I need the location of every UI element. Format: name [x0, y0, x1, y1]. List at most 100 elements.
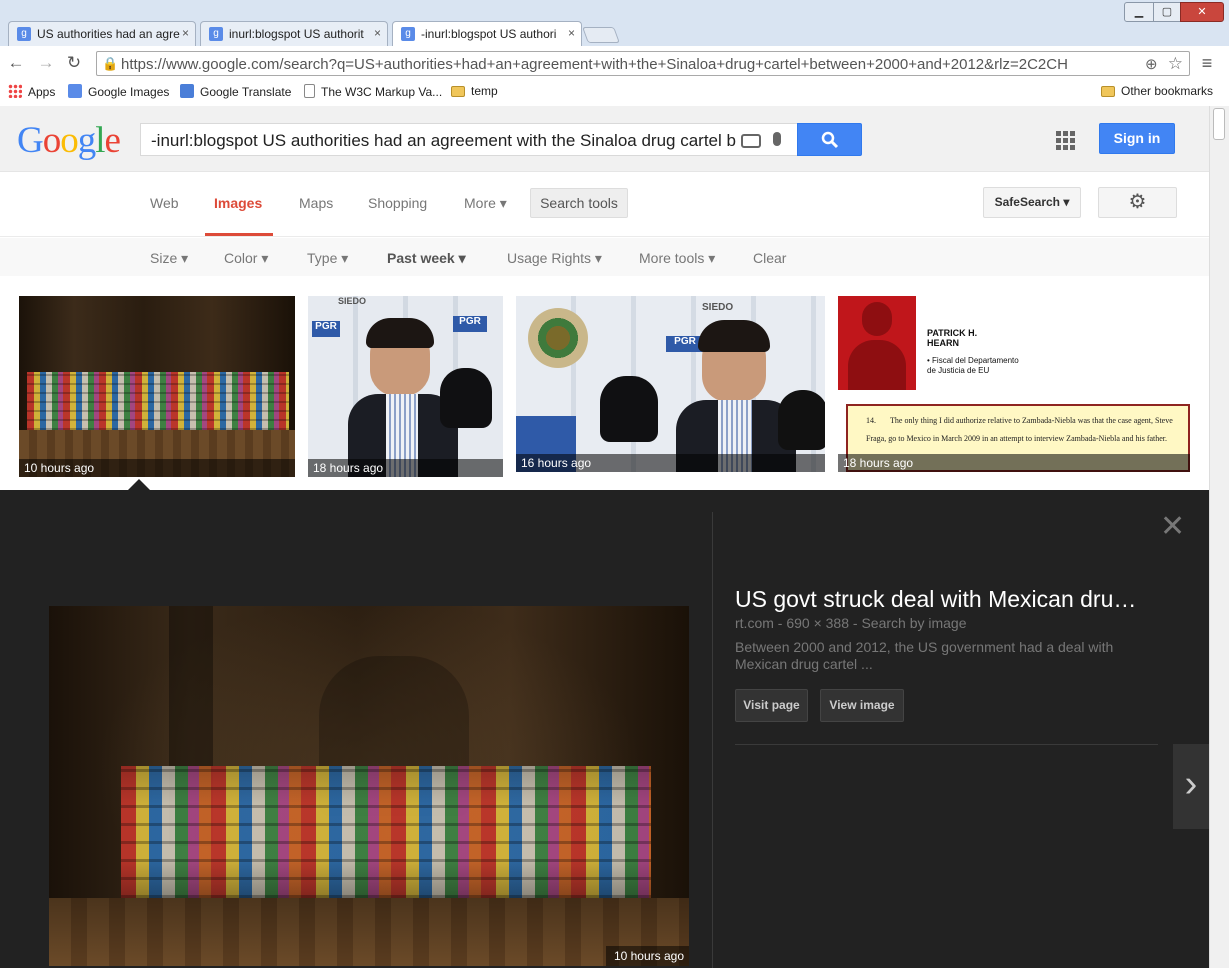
banner-logo: PGR: [312, 321, 340, 337]
tab-close-icon[interactable]: ×: [182, 26, 189, 40]
preview-title[interactable]: US govt struck deal with Mexican dru…: [735, 586, 1160, 613]
filter-usage-rights[interactable]: Usage Rights ▾: [507, 250, 602, 267]
tab-images[interactable]: Images: [214, 195, 262, 211]
result-thumbnail[interactable]: 10 hours ago: [19, 296, 295, 477]
sign-in-button[interactable]: Sign in: [1099, 123, 1175, 154]
banner-text: SIEDO: [338, 296, 367, 306]
preview-age: 10 hours ago: [605, 946, 689, 966]
minimize-button[interactable]: ▁: [1124, 2, 1154, 22]
result-age: 18 hours ago: [308, 459, 503, 477]
google-header: Google -inurl:blogspot US authorities ha…: [0, 106, 1209, 172]
banner-text: SIEDO: [702, 302, 734, 313]
tab-title: inurl:blogspot US authorit: [229, 27, 364, 41]
search-nav: Web Images Maps Shopping More ▾ Search t…: [0, 173, 1209, 237]
tab-close-icon[interactable]: ×: [374, 26, 381, 40]
google-favicon-icon: [68, 84, 82, 98]
doc-name: PATRICK H. HEARN: [927, 328, 978, 348]
browser-tab-1[interactable]: g US authorities had an agre ×: [8, 21, 196, 46]
logo-letter: g: [77, 120, 96, 161]
camera-icon[interactable]: [741, 134, 761, 148]
result-age: 18 hours ago: [838, 454, 1190, 472]
safesearch-button[interactable]: SafeSearch ▾: [983, 187, 1081, 218]
logo-letter: G: [17, 120, 44, 161]
preview-description: Between 2000 and 2012, the US government…: [735, 639, 1114, 672]
maximize-button[interactable]: ▢: [1153, 2, 1181, 22]
result-thumbnail[interactable]: PATRICK H. HEARN • Fiscal del Departamen…: [838, 296, 1190, 472]
window-close-button[interactable]: ✕: [1180, 2, 1224, 22]
bookmark-label: The W3C Markup Va...: [321, 85, 443, 99]
settings-button[interactable]: ⚙: [1098, 187, 1177, 218]
banner-logo: PGR: [453, 316, 487, 332]
search-icon: [821, 131, 838, 149]
translate-icon: [180, 84, 194, 98]
address-bar[interactable]: 🔒 https://www.google.com/search?q=US+aut…: [96, 51, 1190, 76]
close-icon[interactable]: ✕: [1160, 512, 1185, 542]
tab-maps[interactable]: Maps: [299, 195, 333, 211]
tab-close-icon[interactable]: ×: [568, 26, 575, 40]
reload-icon[interactable]: ↻: [64, 53, 84, 73]
folder-icon: [451, 86, 465, 97]
tab-shopping[interactable]: Shopping: [368, 195, 427, 211]
browser-chrome: g US authorities had an agre × g inurl:b…: [0, 0, 1229, 106]
bookmark-w3c[interactable]: The W3C Markup Va...: [304, 84, 442, 99]
bookmark-star-icon[interactable]: ☆: [1168, 54, 1183, 73]
chrome-menu-icon[interactable]: ≡: [1197, 53, 1217, 73]
selection-pointer: [128, 479, 150, 490]
microphone-icon[interactable]: [773, 132, 781, 146]
google-apps-icon[interactable]: [1056, 131, 1076, 151]
bookmark-google-images[interactable]: Google Images: [68, 84, 169, 99]
bookmark-label: Google Images: [88, 85, 170, 99]
zoom-icon[interactable]: ⊕: [1145, 56, 1158, 73]
search-tools-bar: Size ▾ Color ▾ Type ▾ Past week ▾ Usage …: [0, 238, 1209, 276]
view-image-button[interactable]: View image: [820, 689, 904, 722]
result-thumbnail[interactable]: PGR SIEDO 16 hours ago: [516, 296, 825, 472]
image-preview-panel: ✕ 10 hours ago US govt struck deal with …: [0, 490, 1209, 968]
other-bookmarks[interactable]: Other bookmarks: [1101, 84, 1213, 98]
result-thumbnail[interactable]: PGR PGR SIEDO 18 hours ago: [308, 296, 503, 477]
folder-icon: [1101, 86, 1115, 97]
tab-web[interactable]: Web: [150, 195, 179, 211]
page-icon: [304, 84, 315, 98]
bookmark-temp[interactable]: temp: [451, 84, 498, 98]
back-icon[interactable]: ←: [6, 53, 26, 73]
filter-time[interactable]: Past week ▾: [387, 250, 466, 267]
filter-more-tools[interactable]: More tools ▾: [639, 250, 715, 267]
tab-more[interactable]: More ▾: [464, 195, 507, 212]
google-logo[interactable]: Google: [17, 119, 121, 162]
doc-para-number: 14.: [866, 416, 876, 425]
preview-image[interactable]: 10 hours ago: [49, 606, 689, 966]
filter-type[interactable]: Type ▾: [307, 250, 348, 267]
filter-color[interactable]: Color ▾: [224, 250, 268, 267]
filter-size[interactable]: Size ▾: [150, 250, 188, 267]
forward-icon[interactable]: →: [36, 53, 56, 73]
search-input[interactable]: -inurl:blogspot US authorities had an ag…: [140, 123, 798, 156]
result-age: 16 hours ago: [516, 454, 825, 472]
visit-page-button[interactable]: Visit page: [735, 689, 808, 722]
bookmarks-bar: Apps Google Images Google Translate The …: [0, 81, 1229, 106]
tab-title: -inurl:blogspot US authori: [421, 27, 557, 41]
search-tools-button[interactable]: Search tools: [530, 188, 628, 218]
page-scrollbar[interactable]: [1209, 106, 1229, 968]
google-favicon-icon: g: [17, 27, 31, 41]
filter-clear[interactable]: Clear: [753, 250, 786, 266]
active-tab-indicator: [205, 233, 273, 236]
preview-separator: [735, 744, 1158, 745]
apps-icon: [8, 84, 22, 98]
tab-title: US authorities had an agre: [37, 27, 180, 41]
new-tab-button[interactable]: [582, 27, 620, 43]
browser-tab-3[interactable]: g -inurl:blogspot US authori ×: [392, 21, 582, 47]
preview-meta[interactable]: rt.com - 690 × 388 - Search by image: [735, 615, 967, 631]
browser-tab-2[interactable]: g inurl:blogspot US authorit ×: [200, 21, 388, 46]
chevron-right-icon: ›: [1184, 763, 1198, 805]
search-button[interactable]: [797, 123, 862, 156]
search-query[interactable]: -inurl:blogspot US authorities had an ag…: [151, 131, 736, 151]
bookmark-label: Other bookmarks: [1121, 84, 1214, 98]
google-favicon-icon: g: [209, 27, 223, 41]
logo-letter: o: [42, 120, 61, 161]
bookmark-google-translate[interactable]: Google Translate: [180, 84, 291, 99]
logo-letter: e: [104, 120, 121, 161]
scrollbar-thumb[interactable]: [1213, 108, 1225, 140]
bookmark-apps[interactable]: Apps: [8, 84, 55, 99]
next-image-button[interactable]: ›: [1173, 744, 1209, 829]
address-url[interactable]: https://www.google.com/search?q=US+autho…: [121, 56, 1131, 73]
